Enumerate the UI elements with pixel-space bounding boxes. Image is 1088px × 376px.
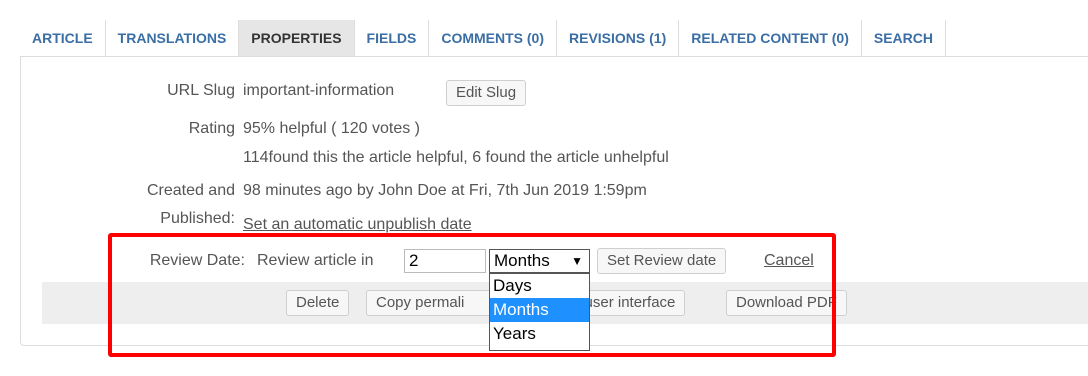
caret-down-icon: ▼ <box>571 254 583 268</box>
copy-permalink-button[interactable]: Copy permali <box>366 290 491 316</box>
tab-search[interactable]: SEARCH <box>862 20 946 56</box>
review-unit-selected: Months <box>494 251 550 270</box>
option-days[interactable]: Days <box>490 274 589 298</box>
tab-translations[interactable]: TRANSLATIONS <box>106 20 240 56</box>
tab-comments[interactable]: COMMENTS (0) <box>429 20 557 56</box>
rating-label: Rating <box>188 120 235 137</box>
review-unit-dropdown: Days Months Years <box>489 273 590 351</box>
delete-button[interactable]: Delete <box>286 290 350 316</box>
review-unit-select[interactable]: Months ▼ <box>489 249 590 273</box>
unpublish-date-link[interactable]: Set an automatic unpublish date <box>243 216 472 234</box>
edit-slug-button[interactable]: Edit Slug <box>446 80 527 106</box>
tab-revisions[interactable]: REVISIONS (1) <box>557 20 680 56</box>
tab-properties[interactable]: PROPERTIES <box>239 20 355 56</box>
tab-fields[interactable]: FIELDS <box>355 20 430 56</box>
option-years[interactable]: Years <box>490 322 589 346</box>
option-months[interactable]: Months <box>490 298 589 322</box>
rating-value: 95% helpful ( 120 votes ) <box>243 120 420 137</box>
review-prefix-text: Review article in <box>257 252 374 269</box>
url-slug-value: important-information <box>243 82 395 99</box>
published-label: Published: <box>160 210 235 227</box>
created-label: Created and <box>146 182 235 199</box>
rating-detail: 114found this the article helpful, 6 fou… <box>243 149 669 166</box>
set-review-date-button[interactable]: Set Review date <box>597 248 727 274</box>
cancel-link[interactable]: Cancel <box>764 252 814 270</box>
tab-related-content[interactable]: RELATED CONTENT (0) <box>679 20 862 56</box>
download-pdf-button[interactable]: Download PDF <box>726 290 847 316</box>
tab-bar: ARTICLE TRANSLATIONS PROPERTIES FIELDS C… <box>20 20 1088 57</box>
review-amount-input[interactable]: 2 <box>404 249 486 273</box>
review-date-label: Review Date: <box>149 252 245 269</box>
url-slug-label: URL Slug <box>167 82 235 99</box>
created-value: 98 minutes ago by John Doe at Fri, 7th J… <box>243 182 647 199</box>
tab-article[interactable]: ARTICLE <box>20 20 106 56</box>
